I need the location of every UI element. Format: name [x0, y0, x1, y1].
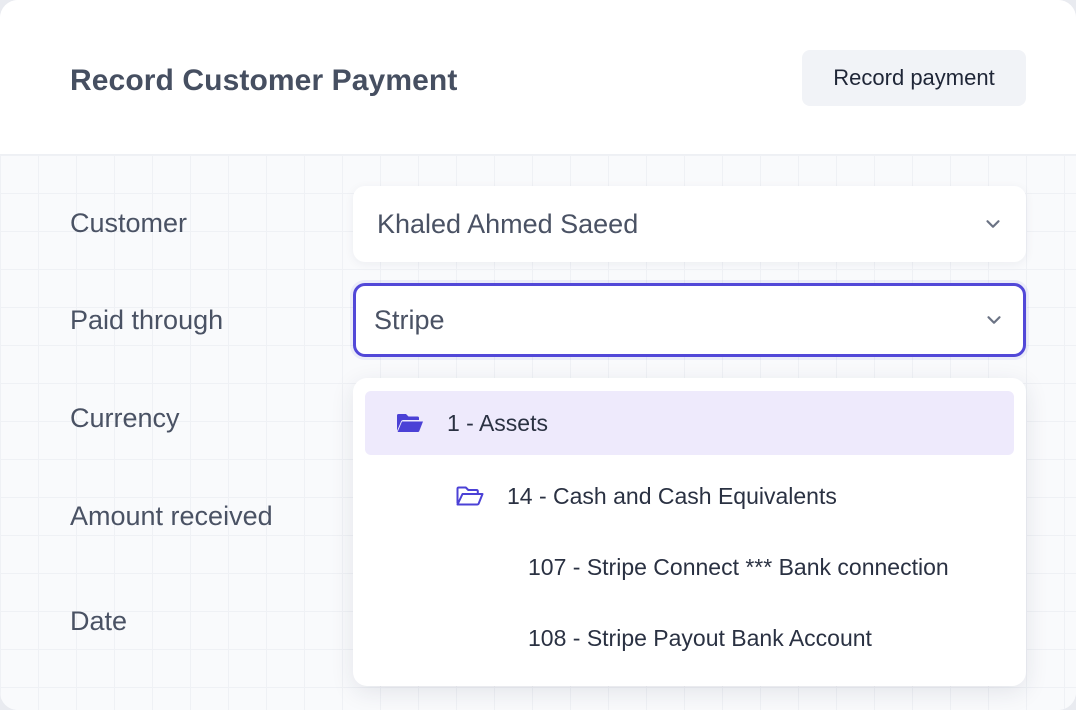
currency-label: Currency [70, 403, 180, 433]
amount-received-label: Amount received [70, 501, 273, 531]
paid-through-select[interactable]: Stripe [353, 283, 1026, 357]
folder-open-filled-icon [397, 414, 423, 432]
dropdown-option-assets[interactable]: 1 - Assets [365, 391, 1014, 455]
customer-select[interactable]: Khaled Ahmed Saeed [353, 186, 1026, 262]
chevron-down-icon [987, 316, 1001, 324]
page-title: Record Customer Payment [70, 64, 458, 97]
date-label: Date [70, 606, 128, 636]
paid-through-select-value: Stripe [374, 304, 445, 335]
customer-select-value: Khaled Ahmed Saeed [377, 208, 639, 239]
customer-label: Customer [70, 208, 188, 238]
chevron-down-icon [986, 220, 1000, 228]
card-header: Record Customer Payment Record payment [0, 0, 1076, 155]
record-payment-button[interactable]: Record payment [802, 50, 1026, 106]
dropdown-option-stripe-connect[interactable]: 107 - Stripe Connect *** Bank connection [365, 535, 1014, 599]
payment-card: Record Customer Payment Record payment C… [0, 0, 1076, 710]
folder-open-outline-icon [456, 486, 484, 506]
dropdown-option-cash-equivalents[interactable]: 14 - Cash and Cash Equivalents [365, 464, 1014, 528]
paid-through-label: Paid through [70, 305, 224, 335]
dropdown-option-label: 14 - Cash and Cash Equivalents [507, 482, 837, 509]
dropdown-option-label: 1 - Assets [447, 409, 548, 436]
paid-through-dropdown: 1 - Assets 14 - Cash and Cash Equivalent… [353, 378, 1026, 686]
dropdown-option-label: 107 - Stripe Connect *** Bank connection [528, 553, 949, 580]
dropdown-option-stripe-payout[interactable]: 108 - Stripe Payout Bank Account [365, 606, 1014, 670]
dropdown-option-label: 108 - Stripe Payout Bank Account [528, 624, 872, 651]
